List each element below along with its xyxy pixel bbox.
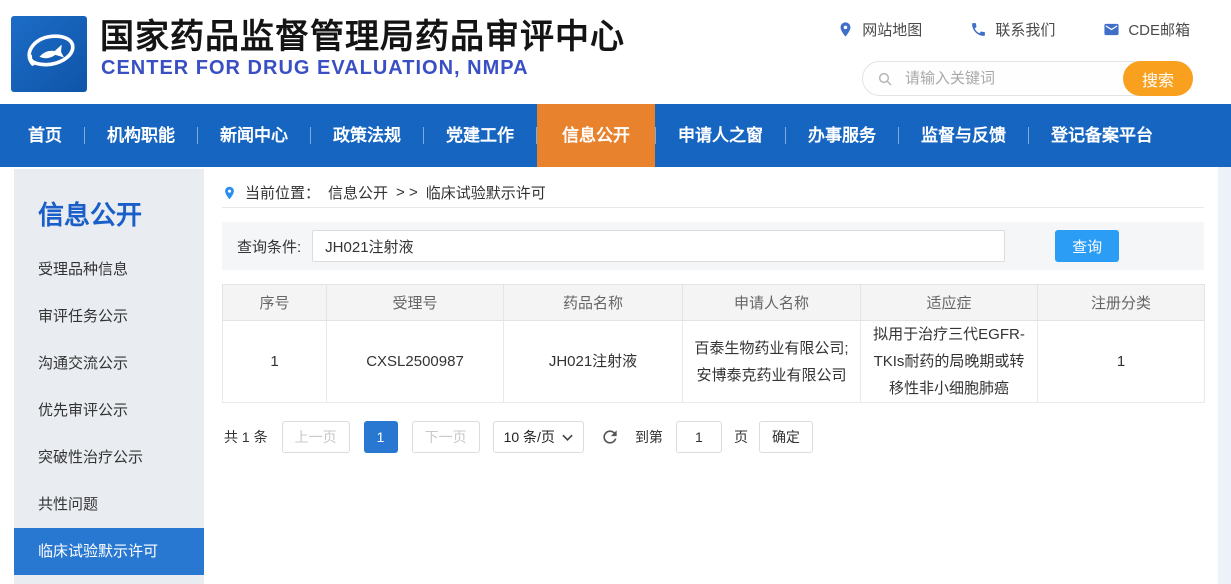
cde-logo[interactable] — [11, 16, 87, 92]
nav-item-policies[interactable]: 政策法规 — [311, 104, 423, 167]
site-header: 国家药品监督管理局药品审评中心 CENTER FOR DRUG EVALUATI… — [0, 0, 1231, 104]
breadcrumb-label: 当前位置： — [245, 182, 320, 203]
current-page-button[interactable]: 1 — [364, 421, 398, 453]
confirm-button[interactable]: 确定 — [759, 421, 813, 453]
cell-seq: 1 — [223, 321, 327, 403]
refresh-button[interactable] — [600, 426, 622, 448]
nav-item-news[interactable]: 新闻中心 — [198, 104, 310, 167]
sidebar-item-priority-review[interactable]: 优先审评公示 — [14, 387, 204, 434]
column-header-registration-class: 注册分类 — [1038, 285, 1205, 321]
goto-page-input[interactable] — [676, 421, 722, 453]
column-header-seq: 序号 — [223, 285, 327, 321]
query-input[interactable] — [312, 230, 1005, 262]
site-title-english: CENTER FOR DRUG EVALUATION, NMPA — [101, 57, 529, 80]
column-header-indication: 适应症 — [861, 285, 1038, 321]
prev-page-button[interactable]: 上一页 — [282, 421, 350, 453]
nav-item-info-disclosure[interactable]: 信息公开 — [537, 104, 655, 167]
page-size-value: 10 条/页 — [504, 427, 555, 447]
mail-icon — [1103, 21, 1120, 38]
breadcrumb: 当前位置： 信息公开 > > 临床试验默示许可 — [222, 178, 1204, 208]
cell-applicant: 百泰生物药业有限公司;安博泰克药业有限公司 — [683, 321, 861, 403]
pagination: 共 1 条 上一页 1 下一页 10 条/页 到第 页 确定 — [224, 421, 813, 453]
next-page-button[interactable]: 下一页 — [412, 421, 480, 453]
nav-item-org-functions[interactable]: 机构职能 — [85, 104, 197, 167]
column-header-acceptance-no: 受理号 — [327, 285, 504, 321]
search-button[interactable]: 搜索 — [1123, 61, 1193, 96]
goto-page-label: 到第 — [635, 427, 663, 447]
query-button[interactable]: 查询 — [1055, 230, 1119, 262]
query-bar: 查询条件: 查询 — [222, 222, 1204, 270]
sidebar: 信息公开 受理品种信息 审评任务公示 沟通交流公示 优先审评公示 突破性治疗公示… — [14, 169, 204, 584]
contact-link[interactable]: 联系我们 — [970, 19, 1055, 40]
results-table: 序号 受理号 药品名称 申请人名称 适应症 注册分类 1 CXSL2500987… — [222, 284, 1205, 403]
sidebar-item-accepted-varieties[interactable]: 受理品种信息 — [14, 246, 204, 293]
column-header-drug-name: 药品名称 — [504, 285, 683, 321]
cde-mail-link[interactable]: CDE邮箱 — [1103, 19, 1190, 40]
main-nav: 首页 机构职能 新闻中心 政策法规 党建工作 信息公开 申请人之窗 办事服务 监… — [0, 104, 1231, 167]
sitemap-link[interactable]: 网站地图 — [837, 19, 922, 40]
page: 国家药品监督管理局药品审评中心 CENTER FOR DRUG EVALUATI… — [0, 0, 1231, 584]
query-label: 查询条件: — [237, 236, 301, 257]
chevron-down-icon — [562, 434, 573, 441]
phone-icon — [970, 21, 987, 38]
cell-indication: 拟用于治疗三代EGFR-TKIs耐药的局晚期或转移性非小细胞肺癌 — [861, 321, 1038, 403]
location-pin-icon — [222, 184, 237, 202]
nav-item-home[interactable]: 首页 — [6, 104, 84, 167]
sitemap-link-label: 网站地图 — [862, 19, 922, 40]
logo-swirl-icon — [11, 16, 87, 92]
table-header-row: 序号 受理号 药品名称 申请人名称 适应症 注册分类 — [223, 285, 1205, 321]
goto-page-unit: 页 — [734, 427, 748, 447]
sidebar-item-communication[interactable]: 沟通交流公示 — [14, 340, 204, 387]
contact-link-label: 联系我们 — [995, 19, 1055, 40]
header-quick-links: 网站地图 联系我们 CDE邮箱 — [837, 19, 1190, 40]
site-title-chinese: 国家药品监督管理局药品审评中心 — [100, 9, 625, 58]
nav-item-supervision-feedback[interactable]: 监督与反馈 — [899, 104, 1028, 167]
column-header-applicant: 申请人名称 — [683, 285, 861, 321]
cde-mail-link-label: CDE邮箱 — [1128, 19, 1190, 40]
table-row: 1 CXSL2500987 JH021注射液 百泰生物药业有限公司;安博泰克药业… — [223, 321, 1205, 403]
scrollbar-track[interactable] — [1218, 167, 1231, 584]
sidebar-item-common-issues[interactable]: 共性问题 — [14, 481, 204, 528]
breadcrumb-section[interactable]: 信息公开 — [328, 182, 388, 203]
sidebar-item-breakthrough-therapy[interactable]: 突破性治疗公示 — [14, 434, 204, 481]
location-pin-icon — [837, 21, 854, 38]
nav-item-registration-platform[interactable]: 登记备案平台 — [1029, 104, 1175, 167]
site-search: 搜索 — [862, 61, 1193, 96]
breadcrumb-separator: > > — [396, 184, 418, 201]
sidebar-item-review-tasks[interactable]: 审评任务公示 — [14, 293, 204, 340]
sidebar-item-clinical-trial-implied-license[interactable]: 临床试验默示许可 — [14, 528, 204, 575]
cell-acceptance-no: CXSL2500987 — [327, 321, 504, 403]
cell-registration-class: 1 — [1038, 321, 1205, 403]
nav-item-services[interactable]: 办事服务 — [786, 104, 898, 167]
page-size-select[interactable]: 10 条/页 — [493, 421, 584, 453]
search-icon — [877, 71, 893, 87]
breadcrumb-page[interactable]: 临床试验默示许可 — [426, 182, 546, 203]
total-count: 共 1 条 — [224, 427, 268, 447]
nav-item-party-building[interactable]: 党建工作 — [424, 104, 536, 167]
cell-drug-name: JH021注射液 — [504, 321, 683, 403]
sidebar-title: 信息公开 — [38, 195, 204, 232]
search-input[interactable] — [903, 64, 1103, 93]
refresh-icon — [600, 427, 620, 447]
nav-item-applicant-window[interactable]: 申请人之窗 — [656, 104, 785, 167]
